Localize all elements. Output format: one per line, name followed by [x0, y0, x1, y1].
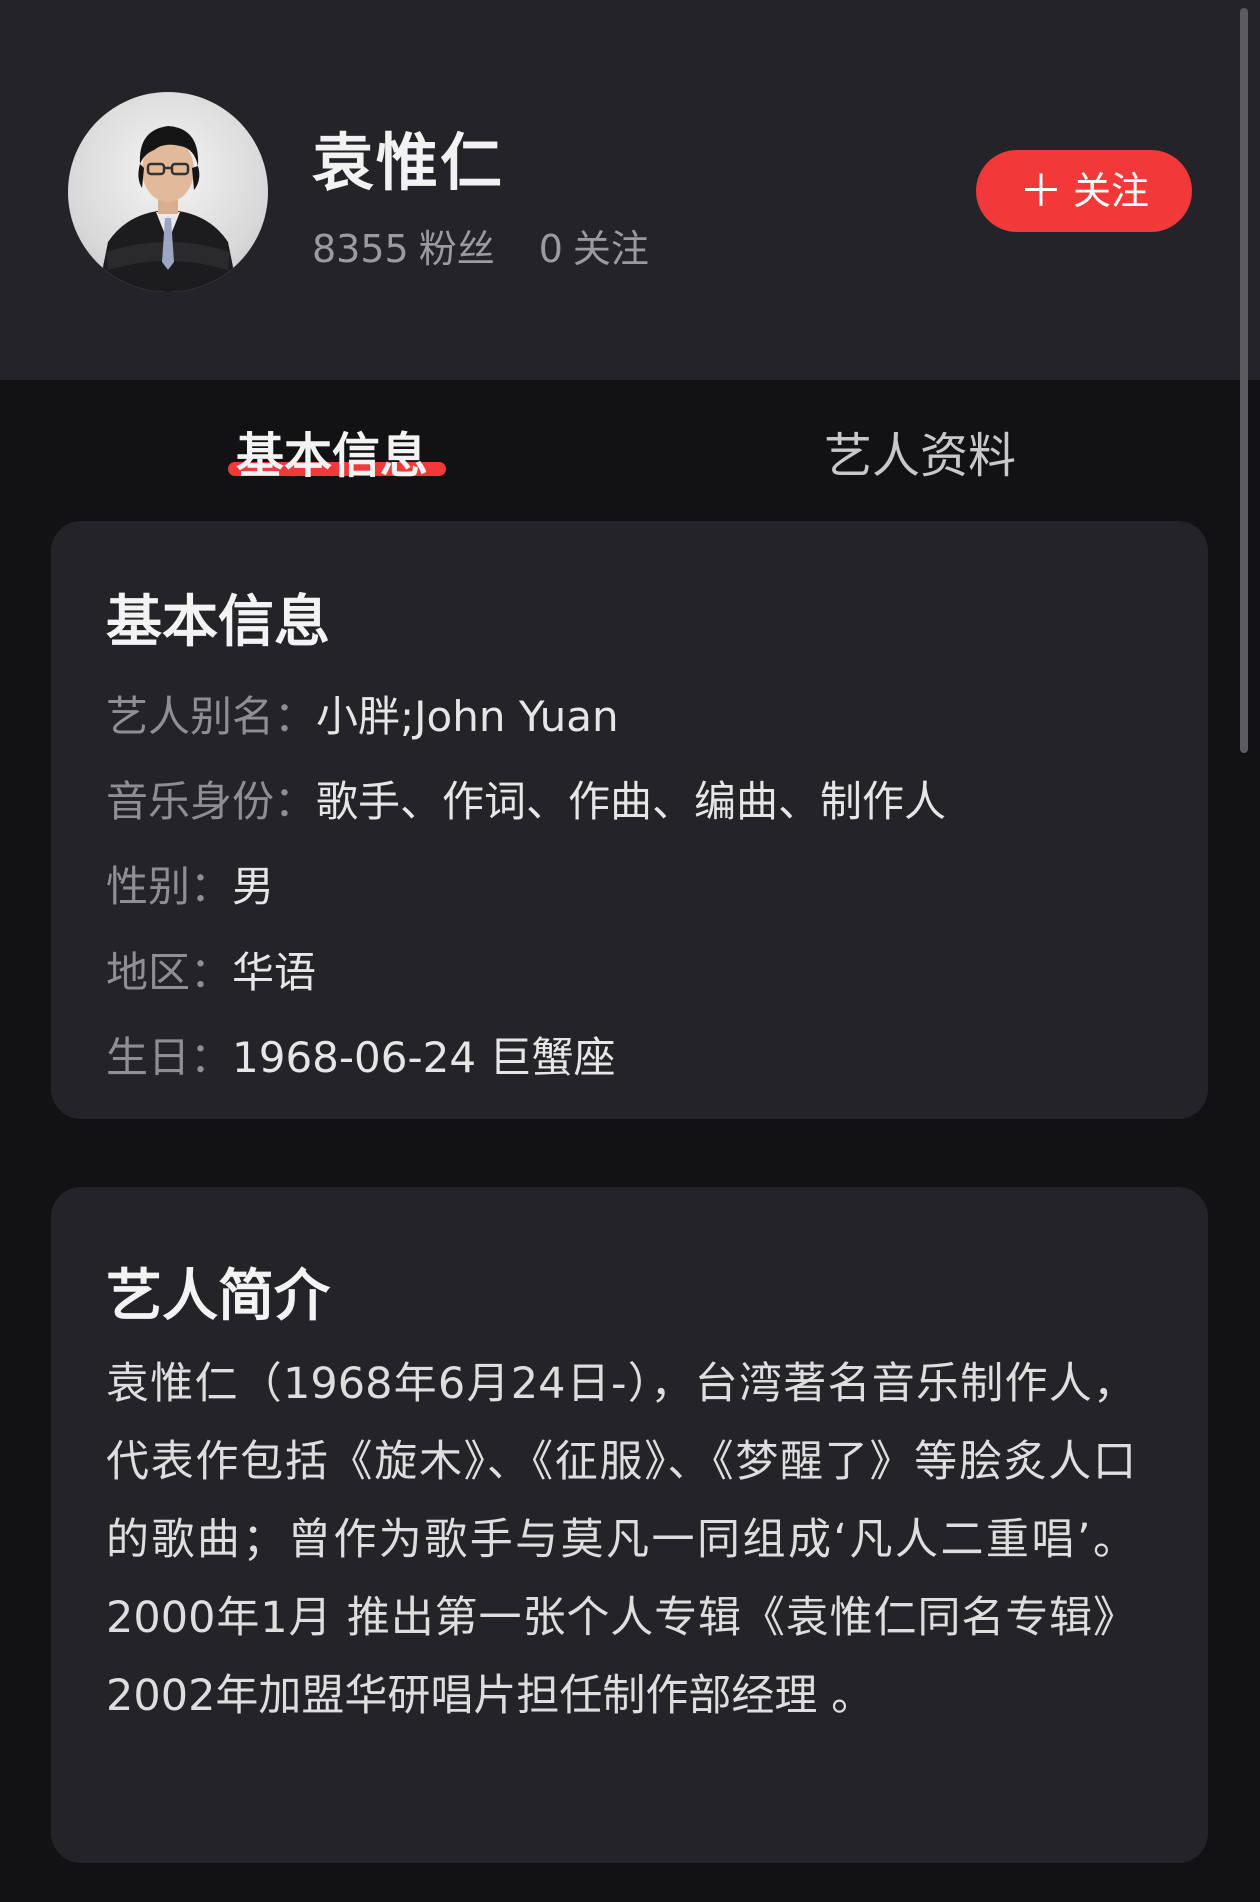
artist-name: 袁惟仁: [312, 126, 505, 199]
tab-artist-profile[interactable]: 艺人资料: [824, 416, 1016, 486]
info-row-birthday: 生日：1968-06-24 巨蟹座: [106, 1024, 615, 1085]
tab-artist-profile-label: 艺人资料: [824, 428, 1017, 484]
artist-stats: 8355 粉丝 0 关注: [312, 218, 649, 273]
artist-header: 袁惟仁 8355 粉丝 0 关注 ＋关注: [0, 0, 1260, 380]
plus-icon: ＋: [1018, 166, 1063, 217]
basic-info-title: 基本信息: [106, 590, 330, 655]
info-value: 华语: [232, 948, 317, 997]
follow-button-label: 关注: [1072, 169, 1149, 213]
info-label: 性别：: [106, 862, 233, 911]
info-value: 1968-06-24 巨蟹座: [232, 1033, 616, 1082]
info-value: 男: [232, 862, 275, 911]
following-label: 关注: [572, 227, 649, 271]
artist-intro-title: 艺人简介: [106, 1264, 330, 1329]
tab-basic-info-label: 基本信息: [236, 428, 429, 484]
info-value: 歌手、作词、作曲、编曲、制作人: [316, 777, 947, 826]
info-row-alias: 艺人别名：小胖;John Yuan: [106, 683, 619, 744]
info-row-region: 地区：华语: [106, 939, 316, 1000]
following-count: 0: [538, 227, 563, 271]
info-row-music-role: 音乐身份：歌手、作词、作曲、编曲、制作人: [106, 768, 946, 829]
info-value: 小胖;John Yuan: [316, 692, 619, 741]
tab-basic-info[interactable]: 基本信息: [236, 416, 428, 486]
basic-info-card: 基本信息 艺人别名：小胖;John Yuan 音乐身份：歌手、作词、作曲、编曲、…: [51, 521, 1208, 1119]
artist-intro-card: 艺人简介 袁惟仁（1968年6月24日-），台湾著名音乐制作人，代表作包括《旋木…: [51, 1187, 1208, 1863]
info-row-gender: 性别：男: [106, 853, 274, 914]
artist-intro-text: 袁惟仁（1968年6月24日-），台湾著名音乐制作人，代表作包括《旋木》、《征服…: [106, 1359, 1136, 1721]
info-label: 艺人别名：: [106, 692, 317, 741]
fans-label: 粉丝: [418, 227, 495, 271]
info-label: 生日：: [106, 1033, 233, 1082]
artist-avatar[interactable]: [68, 92, 268, 292]
artist-page: 袁惟仁 8355 粉丝 0 关注 ＋关注 基本信息 艺人资料 基本信息 艺人别名：小胖…: [0, 0, 1260, 1902]
follow-button[interactable]: ＋关注: [976, 150, 1192, 232]
fans-count: 8355: [312, 227, 409, 271]
scrollbar[interactable]: [1240, 8, 1248, 753]
info-label: 地区：: [106, 948, 233, 997]
artist-photo: [98, 126, 238, 292]
info-label: 音乐身份：: [106, 777, 317, 826]
